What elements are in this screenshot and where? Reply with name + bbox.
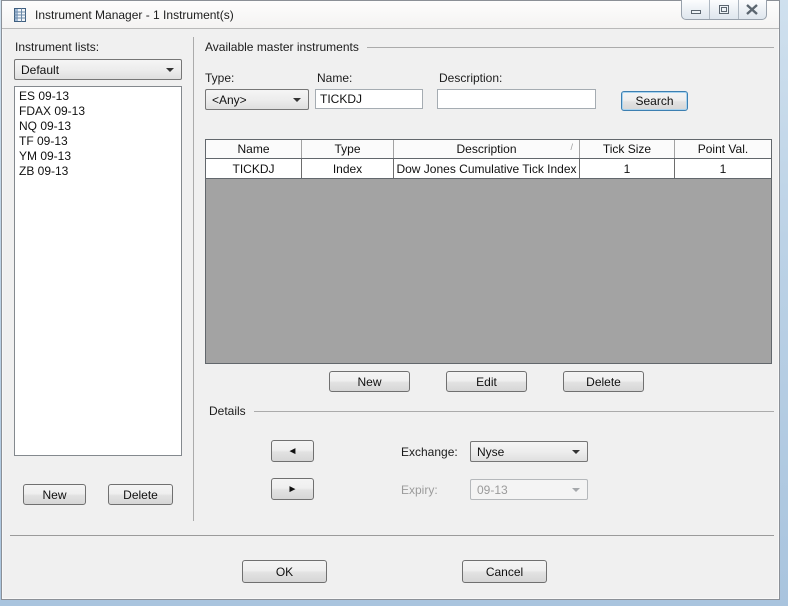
cell-tick-size: 1 xyxy=(579,159,674,178)
table-header-row: Name Type Description / Tick Size Point … xyxy=(206,140,771,159)
list-new-button[interactable]: New xyxy=(23,484,86,505)
type-selected-value: <Any> xyxy=(212,92,247,107)
footer-divider xyxy=(10,535,774,536)
expiry-select: 09-13 xyxy=(470,479,588,500)
name-input[interactable] xyxy=(315,89,423,109)
column-header-tick-size[interactable]: Tick Size xyxy=(579,140,674,158)
cell-name: TICKDJ xyxy=(232,161,275,176)
type-select[interactable]: <Any> xyxy=(205,89,309,110)
instrument-list-select[interactable]: Default xyxy=(14,59,182,80)
left-arrow-icon: ◄ xyxy=(287,445,298,457)
panel-divider xyxy=(193,37,194,521)
list-item[interactable]: ZB 09-13 xyxy=(15,164,181,179)
close-button[interactable] xyxy=(737,0,766,19)
column-header-label: Name xyxy=(237,142,270,156)
close-icon xyxy=(746,4,759,15)
search-button[interactable]: Search xyxy=(621,91,688,111)
details-section-title: Details xyxy=(209,404,246,418)
window-controls xyxy=(681,0,767,20)
list-item[interactable]: FDAX 09-13 xyxy=(15,104,181,119)
list-delete-button[interactable]: Delete xyxy=(108,484,173,505)
master-edit-label: Edit xyxy=(476,374,497,389)
chevron-down-icon xyxy=(166,68,174,72)
master-new-label: New xyxy=(357,374,382,389)
sort-ascending-icon: / xyxy=(570,142,573,152)
exchange-selected-value: Nyse xyxy=(477,444,505,459)
move-right-button[interactable]: ► xyxy=(271,478,314,500)
instrument-list-selected-value: Default xyxy=(21,62,60,77)
expiry-selected-value: 09-13 xyxy=(477,482,508,497)
column-header-point-val[interactable]: Point Val. xyxy=(674,140,771,158)
titlebar[interactable]: Instrument Manager - 1 Instrument(s) xyxy=(2,0,779,29)
list-item[interactable]: TF 09-13 xyxy=(15,134,181,149)
instrument-listbox[interactable]: ES 09-13 FDAX 09-13 NQ 09-13 TF 09-13 YM… xyxy=(14,86,182,456)
column-header-name[interactable]: Name xyxy=(206,140,301,158)
list-item[interactable]: YM 09-13 xyxy=(15,149,181,164)
chevron-down-icon xyxy=(293,98,301,102)
cell-description: Dow Jones Cumulative Tick Index xyxy=(393,159,579,178)
window-title: Instrument Manager - 1 Instrument(s) xyxy=(35,7,234,22)
master-section-rule xyxy=(367,47,774,48)
exchange-label: Exchange: xyxy=(401,445,458,459)
master-section-title: Available master instruments xyxy=(205,40,359,54)
cell-type: Index xyxy=(301,159,393,178)
maximize-button[interactable] xyxy=(709,0,737,19)
column-header-label: Description xyxy=(456,142,517,156)
dialog-client-area: Instrument lists: Default ES 09-13 FDAX … xyxy=(2,30,779,599)
instrument-manager-icon xyxy=(14,7,26,22)
instruments-table[interactable]: Name Type Description / Tick Size Point … xyxy=(205,139,772,364)
chevron-down-icon xyxy=(572,450,580,454)
description-input[interactable] xyxy=(437,89,596,109)
cell-point-val: 1 xyxy=(674,159,771,178)
maximize-icon xyxy=(718,5,729,14)
description-label: Description: xyxy=(439,71,503,85)
column-header-type[interactable]: Type xyxy=(301,140,393,158)
cancel-button[interactable]: Cancel xyxy=(462,560,547,583)
move-left-button[interactable]: ◄ xyxy=(271,440,314,462)
column-header-label: Tick Size xyxy=(602,142,652,156)
ok-button[interactable]: OK xyxy=(242,560,327,583)
details-section-rule xyxy=(254,411,774,412)
table-row[interactable]: TICKDJ Index Dow Jones Cumulative Tick I… xyxy=(206,159,771,179)
search-label: Search xyxy=(635,94,674,108)
instrument-manager-window: Instrument Manager - 1 Instrument(s) Ins… xyxy=(1,0,780,600)
list-new-label: New xyxy=(42,487,67,502)
minimize-button[interactable] xyxy=(682,0,709,19)
exchange-select[interactable]: Nyse xyxy=(470,441,588,462)
list-item[interactable]: NQ 09-13 xyxy=(15,119,181,134)
list-item[interactable]: ES 09-13 xyxy=(15,89,181,104)
list-delete-label: Delete xyxy=(123,487,158,502)
chevron-down-icon xyxy=(572,488,580,492)
expiry-label: Expiry: xyxy=(401,483,438,497)
column-header-description[interactable]: Description / xyxy=(393,140,579,158)
right-arrow-icon: ► xyxy=(287,483,298,495)
name-label: Name: xyxy=(317,71,353,85)
ok-label: OK xyxy=(275,564,294,579)
type-label: Type: xyxy=(205,71,235,85)
column-header-label: Type xyxy=(334,142,361,156)
master-new-button[interactable]: New xyxy=(329,371,410,392)
master-delete-label: Delete xyxy=(586,374,621,389)
cancel-label: Cancel xyxy=(485,564,524,579)
master-edit-button[interactable]: Edit xyxy=(446,371,527,392)
master-delete-button[interactable]: Delete xyxy=(563,371,644,392)
instrument-lists-label: Instrument lists: xyxy=(15,40,100,54)
minimize-icon xyxy=(690,10,701,14)
column-header-label: Point Val. xyxy=(697,142,749,156)
